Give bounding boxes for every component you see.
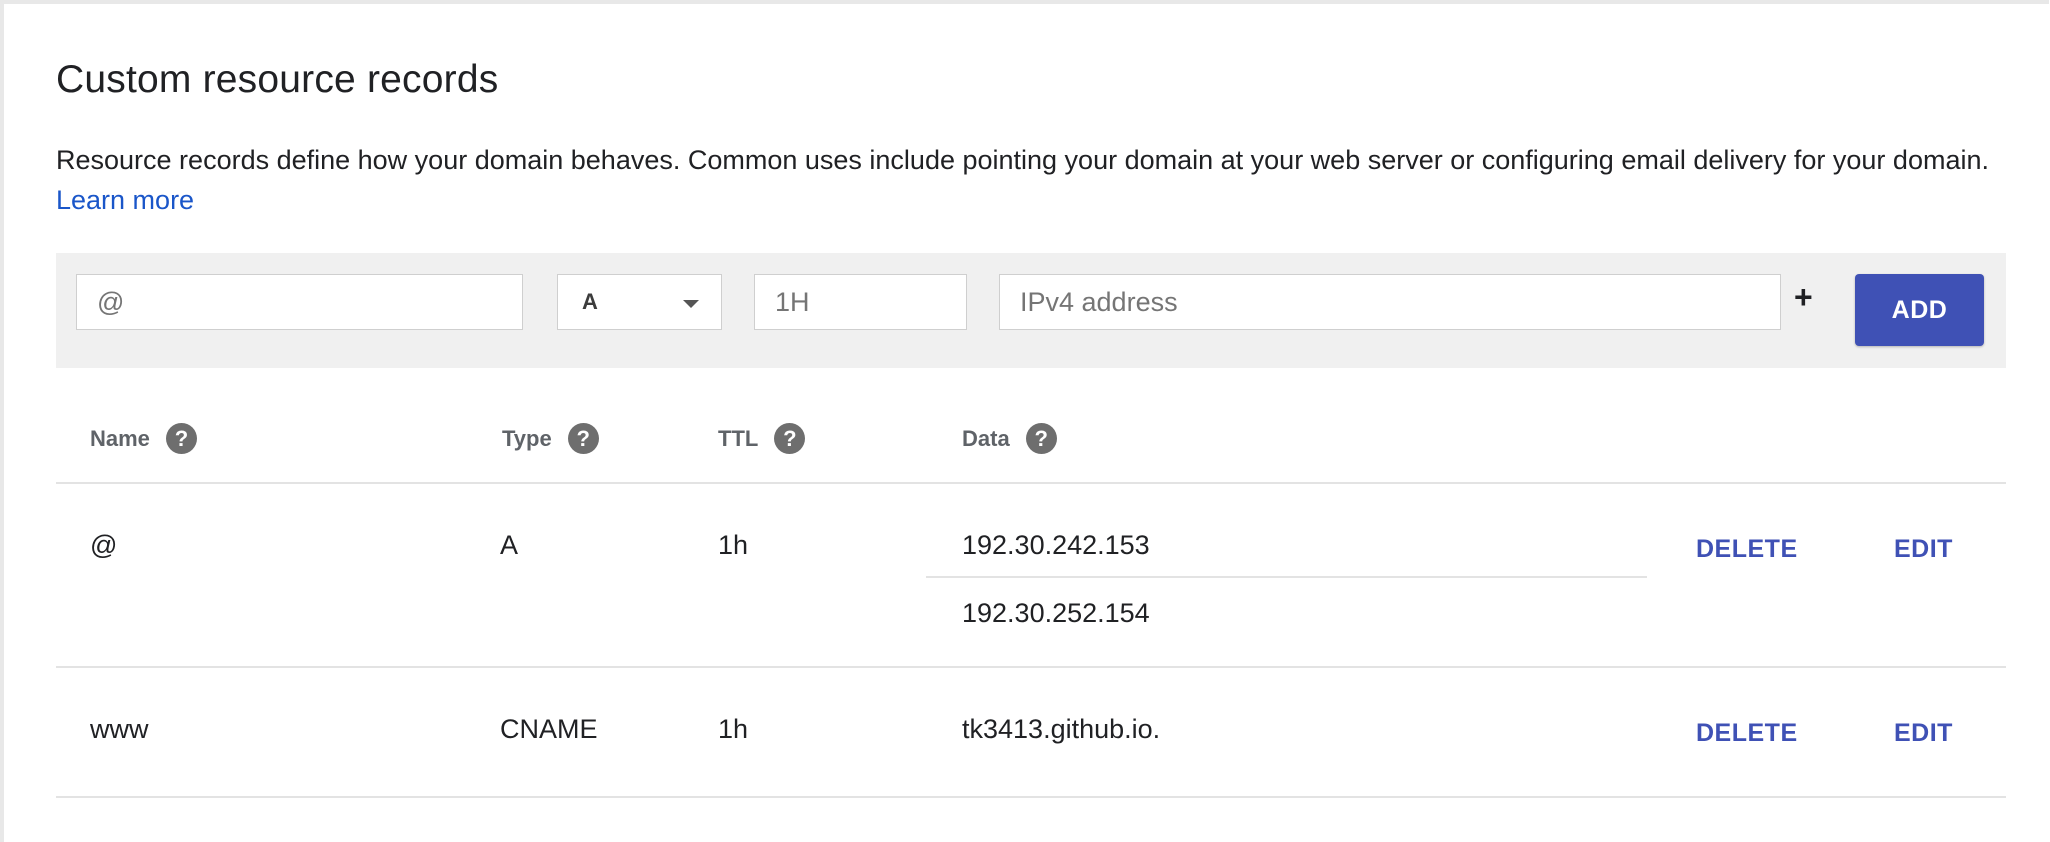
data-input[interactable]: IPv4 address — [999, 274, 1781, 330]
help-icon[interactable]: ? — [774, 423, 806, 454]
header-type: Type ? — [502, 423, 599, 454]
data-divider — [926, 576, 1647, 578]
type-select-value: A — [582, 289, 598, 314]
row-divider — [56, 796, 2006, 798]
header-data: Data ? — [962, 423, 1057, 454]
add-data-plus-icon[interactable]: + — [1794, 279, 1813, 316]
section-description: Resource records define how your domain … — [56, 140, 2006, 220]
chevron-down-icon — [683, 300, 699, 308]
add-button[interactable]: ADD — [1855, 274, 1984, 346]
header-data-label: Data — [962, 425, 1010, 451]
header-divider — [56, 482, 2006, 484]
row-data-value: 192.30.252.154 — [962, 598, 1150, 628]
section-title: Custom resource records — [56, 58, 499, 101]
type-select[interactable]: A — [557, 274, 722, 330]
learn-more-link[interactable]: Learn more — [56, 185, 194, 215]
custom-records-card: Custom resource records Resource records… — [0, 0, 2049, 842]
row-divider — [56, 666, 2006, 668]
ttl-input[interactable]: 1H — [754, 274, 967, 330]
help-icon[interactable]: ? — [567, 423, 599, 454]
add-record-bar: @ A 1H IPv4 address + ADD — [56, 253, 2006, 368]
row-type: A — [500, 530, 519, 560]
delete-button[interactable]: DELETE — [1696, 535, 1798, 564]
row-type: CNAME — [500, 714, 598, 744]
help-icon[interactable]: ? — [165, 423, 197, 454]
header-name-label: Name — [90, 425, 150, 451]
row-data-value: 192.30.242.153 — [962, 530, 1150, 560]
row-ttl: 1h — [718, 714, 749, 744]
edit-button[interactable]: EDIT — [1894, 719, 1953, 748]
help-icon[interactable]: ? — [1025, 423, 1057, 454]
header-type-label: Type — [502, 425, 552, 451]
row-name: @ — [90, 530, 118, 560]
row-ttl: 1h — [718, 530, 749, 560]
row-data-value: tk3413.github.io. — [962, 714, 1161, 744]
delete-button[interactable]: DELETE — [1696, 719, 1798, 748]
row-name: www — [90, 714, 149, 744]
header-name: Name ? — [90, 423, 197, 454]
header-ttl: TTL ? — [718, 423, 806, 454]
edit-button[interactable]: EDIT — [1894, 535, 1953, 564]
name-input[interactable]: @ — [76, 274, 523, 330]
description-text: Resource records define how your domain … — [56, 145, 1989, 175]
header-ttl-label: TTL — [718, 425, 759, 451]
